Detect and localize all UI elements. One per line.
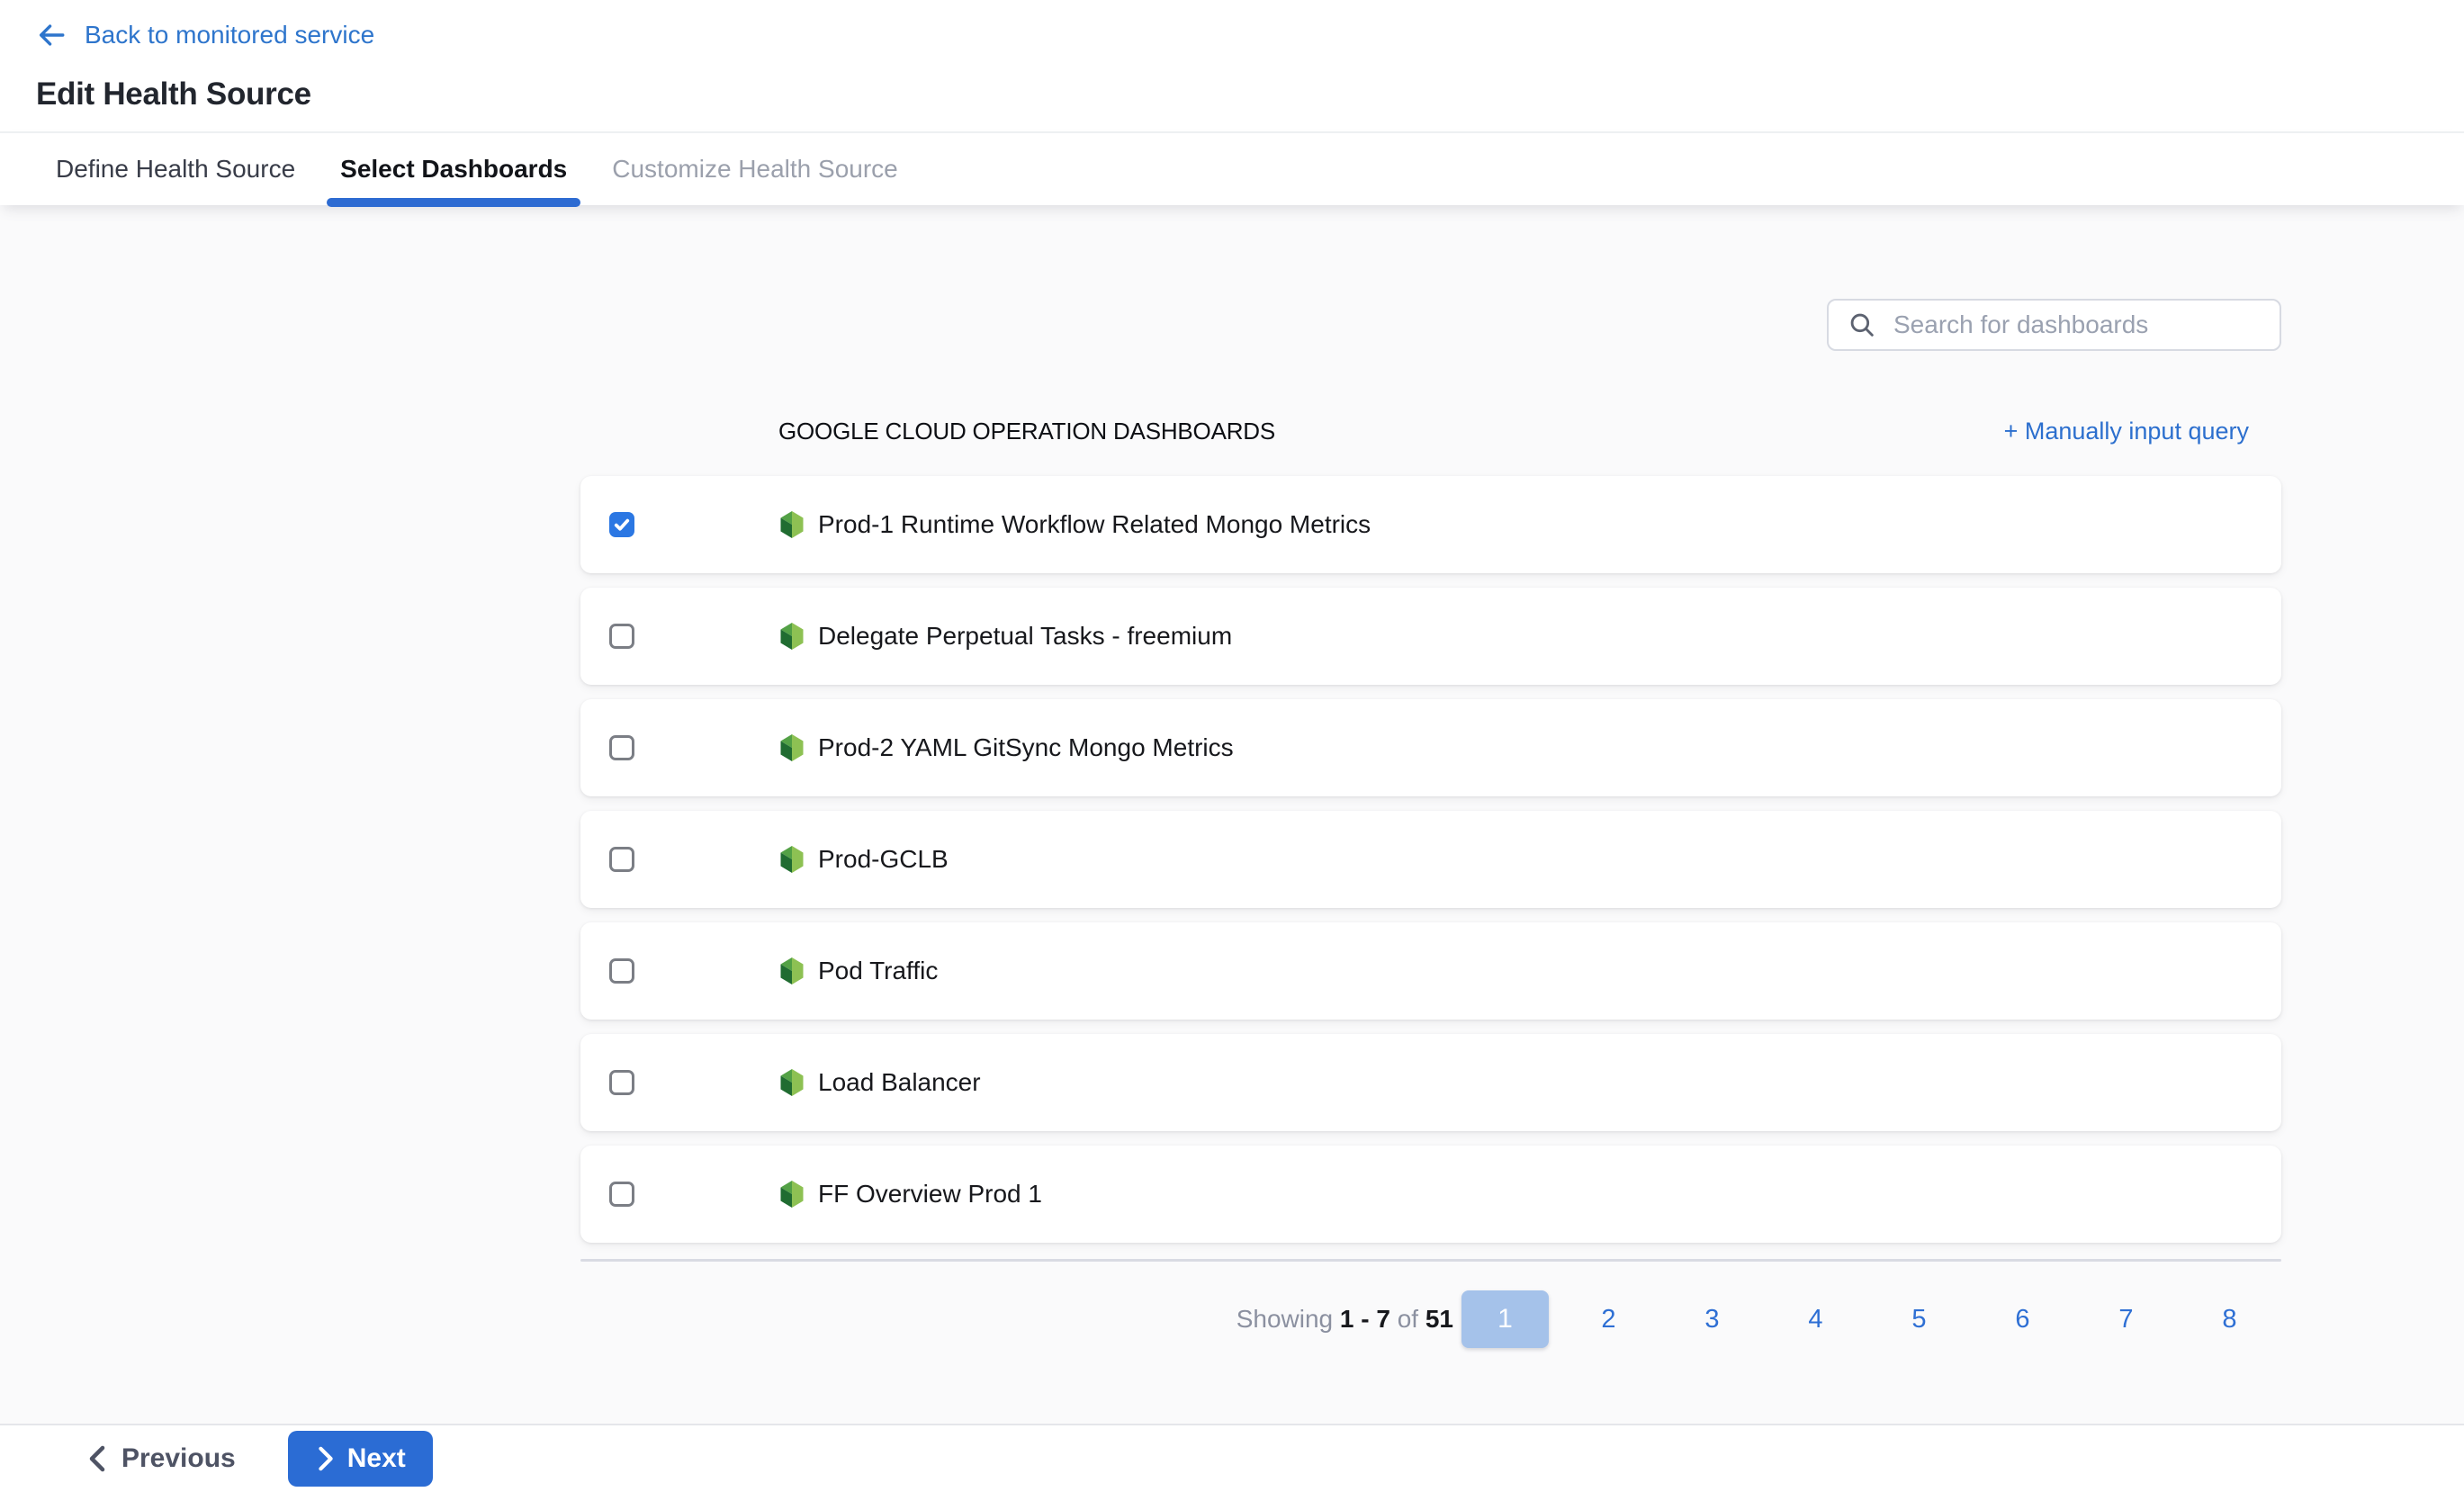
back-arrow-icon (36, 20, 67, 50)
chevron-left-icon (85, 1445, 109, 1472)
dashboard-row[interactable]: Prod-GCLB (580, 811, 2281, 908)
edit-health-source-page: Back to monitored service Edit Health So… (0, 0, 2464, 1492)
dashboard-checkbox[interactable] (609, 847, 634, 872)
content-area: GOOGLE CLOUD OPERATION DASHBOARDS + Manu… (0, 205, 2464, 1424)
footer-bar: Previous Next (0, 1424, 2464, 1492)
dashboard-hexagon-icon (778, 844, 805, 875)
page-button-active[interactable]: 1 (1461, 1290, 1549, 1348)
page-button[interactable]: 3 (1704, 1305, 1719, 1335)
page-header: Back to monitored service Edit Health So… (0, 0, 2464, 131)
dashboard-label: Pod Traffic (818, 957, 938, 985)
section-column-header: GOOGLE CLOUD OPERATION DASHBOARDS (778, 418, 1275, 445)
page-button[interactable]: 6 (2015, 1305, 2029, 1335)
page-slot: 4 (1764, 1290, 1867, 1348)
manually-input-query-link[interactable]: + Manually input query (2004, 418, 2249, 445)
page-slot: 7 (2074, 1290, 2178, 1348)
dashboard-hexagon-icon (778, 1067, 805, 1098)
dashboard-label: FF Overview Prod 1 (818, 1180, 1042, 1209)
dashboard-label: Prod-GCLB (818, 845, 949, 874)
page-slot: 5 (1867, 1290, 1971, 1348)
page-slot: 8 (2178, 1290, 2281, 1348)
page-button[interactable]: 5 (1911, 1305, 1926, 1335)
chevron-right-icon (315, 1446, 337, 1471)
tab-select-dashboards[interactable]: Select Dashboards (340, 133, 567, 205)
wizard-tabbar: Define Health Source Select Dashboards C… (0, 131, 2464, 205)
dashboard-list: Prod-1 Runtime Workflow Related Mongo Me… (580, 476, 2281, 1243)
dashboard-row[interactable]: Delegate Perpetual Tasks - freemium (580, 588, 2281, 685)
dashboard-label: Prod-1 Runtime Workflow Related Mongo Me… (818, 510, 1371, 539)
dashboard-hexagon-icon (778, 509, 805, 540)
dashboard-checkbox[interactable] (609, 624, 634, 649)
pagination-total: 51 (1425, 1305, 1453, 1333)
dashboard-hexagon-icon (778, 1179, 805, 1209)
pagination-bar: Showing 1 - 7 of 51 1 2 3 4 5 6 7 8 (580, 1290, 2281, 1348)
page-slot: 6 (1971, 1290, 2074, 1348)
dashboard-checkbox[interactable] (609, 512, 634, 537)
page-buttons: 1 2 3 4 5 6 7 8 (1453, 1290, 2281, 1348)
tab-define-health-source[interactable]: Define Health Source (56, 133, 295, 205)
search-icon (1847, 310, 1877, 340)
dashboard-hexagon-icon (778, 621, 805, 652)
dashboard-label: Delegate Perpetual Tasks - freemium (818, 622, 1232, 651)
dashboard-row[interactable]: Prod-1 Runtime Workflow Related Mongo Me… (580, 476, 2281, 573)
dashboard-row[interactable]: Load Balancer (580, 1034, 2281, 1131)
dashboard-label: Load Balancer (818, 1068, 981, 1097)
pagination-range: 1 - 7 (1340, 1305, 1390, 1333)
dashboard-row[interactable]: Prod-2 YAML GitSync Mongo Metrics (580, 699, 2281, 796)
pagination-summary: Showing 1 - 7 of 51 (1236, 1305, 1453, 1334)
list-header: GOOGLE CLOUD OPERATION DASHBOARDS + Manu… (580, 418, 2281, 445)
tab-customize-health-source[interactable]: Customize Health Source (612, 133, 897, 205)
list-bottom-divider (580, 1259, 2281, 1262)
dashboard-hexagon-icon (778, 956, 805, 986)
dashboard-checkbox[interactable] (609, 1070, 634, 1095)
page-button[interactable]: 2 (1601, 1305, 1615, 1335)
dashboard-checkbox[interactable] (609, 958, 634, 984)
dashboard-label: Prod-2 YAML GitSync Mongo Metrics (818, 733, 1234, 762)
dashboard-row[interactable]: Pod Traffic (580, 922, 2281, 1020)
search-input[interactable] (1892, 310, 2262, 340)
dashboard-row[interactable]: FF Overview Prod 1 (580, 1146, 2281, 1243)
next-button[interactable]: Next (288, 1431, 433, 1487)
dashboard-search-box (1827, 299, 2281, 351)
page-slot: 2 (1557, 1290, 1660, 1348)
dashboard-checkbox[interactable] (609, 1182, 634, 1207)
back-to-monitored-service-link[interactable]: Back to monitored service (36, 20, 374, 50)
page-button[interactable]: 7 (2118, 1305, 2133, 1335)
page-slot: 3 (1660, 1290, 1764, 1348)
page-button[interactable]: 8 (2222, 1305, 2236, 1335)
page-slot: 1 (1453, 1290, 1557, 1348)
dashboard-checkbox[interactable] (609, 735, 634, 760)
back-link-label: Back to monitored service (85, 20, 374, 50)
previous-button[interactable]: Previous (85, 1443, 236, 1474)
page-button[interactable]: 4 (1808, 1305, 1822, 1335)
page-title: Edit Health Source (36, 76, 2464, 112)
dashboard-hexagon-icon (778, 733, 805, 763)
